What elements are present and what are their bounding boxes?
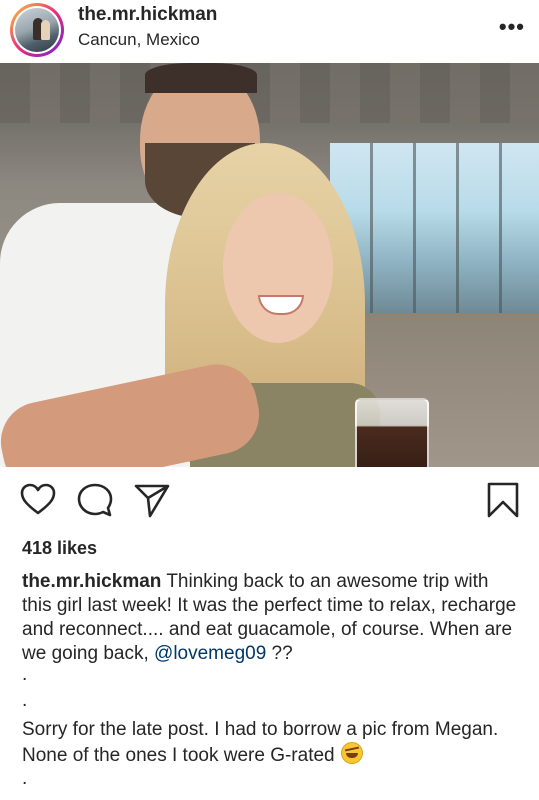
mention-link[interactable]: @lovemeg09 <box>154 643 266 664</box>
post-photo[interactable] <box>0 63 539 467</box>
avatar[interactable] <box>10 3 64 57</box>
comment-icon[interactable] <box>75 480 115 520</box>
post-actions <box>0 480 539 524</box>
bookmark-icon[interactable] <box>483 480 523 520</box>
caption-dot: . <box>22 664 28 685</box>
caption-text-end: ?? <box>266 643 293 664</box>
caption-dot: . <box>22 768 28 789</box>
more-options-icon[interactable]: ••• <box>499 14 525 40</box>
avatar-photo <box>15 8 59 52</box>
caption-username[interactable]: the.mr.hickman <box>22 571 161 592</box>
post-caption-continued: Sorry for the late post. I had to borrow… <box>22 718 522 768</box>
heart-icon[interactable] <box>18 480 58 520</box>
rofl-emoji-icon <box>340 742 363 764</box>
post-username[interactable]: the.mr.hickman <box>78 4 217 26</box>
caption-dot: . <box>22 690 28 711</box>
caption-text-2: Sorry for the late post. I had to borrow… <box>22 719 499 766</box>
likes-count[interactable]: 418 likes <box>22 538 97 559</box>
post-caption: the.mr.hickman Thinking back to an aweso… <box>22 570 522 666</box>
paper-plane-icon[interactable] <box>132 480 172 520</box>
post-location[interactable]: Cancun, Mexico <box>78 30 200 50</box>
post-header: the.mr.hickman Cancun, Mexico ••• <box>0 0 539 60</box>
